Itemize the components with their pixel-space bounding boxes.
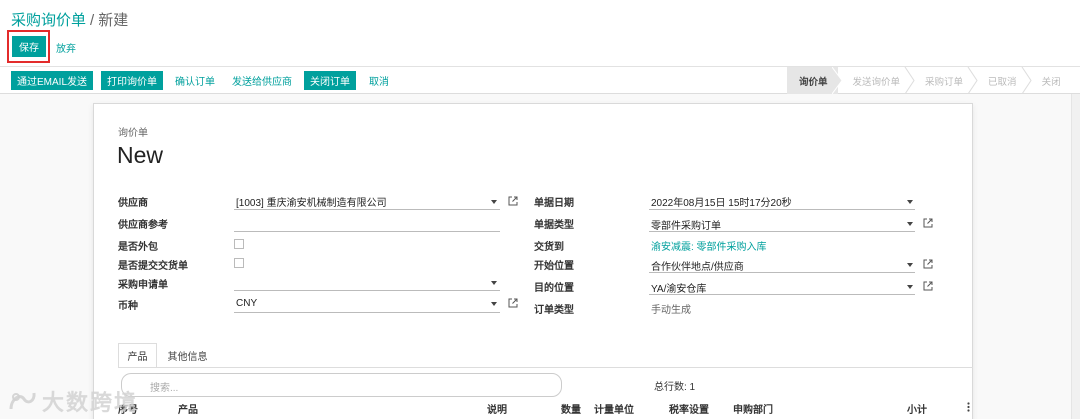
order-source-value: 手动生成 [651, 305, 691, 316]
stage-purchase-order-label: 采购订单 [925, 76, 964, 88]
tab-other-info[interactable]: 其他信息 [157, 343, 218, 368]
save-button[interactable]: 保存 [12, 36, 46, 57]
stage-closed-label: 关闭 [1041, 76, 1061, 88]
stage-chevron-icon [831, 67, 843, 94]
source-location-field-underline [649, 272, 915, 273]
order-type-select-field[interactable]: 零部件采购订单 [651, 217, 721, 232]
stage-chevron-icon [967, 67, 978, 94]
submit-delivery-label: 是否提交交货单 [118, 261, 188, 272]
column-header-product[interactable]: 产品 [178, 401, 198, 416]
currency-label: 币种 [118, 301, 138, 312]
currency-field[interactable]: CNY [236, 298, 257, 309]
send-by-email-button[interactable]: 通过EMAIL发送 [11, 71, 94, 90]
document-date-caret-icon[interactable] [907, 200, 913, 204]
order-type-external-link-icon[interactable] [923, 218, 933, 228]
vendor-field-underline [234, 209, 500, 210]
cancel-button[interactable]: 取消 [363, 71, 395, 90]
tab-products[interactable]: 产品 [118, 343, 157, 368]
purchase-request-label: 采购申请单 [118, 280, 168, 291]
column-header-department[interactable]: 申购部门 [733, 401, 773, 416]
source-location-dropdown-caret-icon[interactable] [907, 263, 913, 267]
vendor-ref-label: 供应商参考 [118, 220, 168, 231]
currency-external-link-icon[interactable] [508, 298, 518, 308]
dest-location-dropdown-caret-icon[interactable] [907, 285, 913, 289]
stage-rfq-sent[interactable]: 发送询价单 [838, 67, 915, 94]
form-sheet [93, 103, 973, 419]
order-source-label: 订单类型 [534, 305, 574, 316]
watermark: 大数跨境 [8, 385, 138, 417]
column-header-tax[interactable]: 税率设置 [669, 401, 709, 416]
watermark-logo-icon [9, 392, 36, 410]
dest-location-external-link-icon[interactable] [923, 281, 933, 291]
document-type-label: 询价单 [118, 128, 148, 139]
deliver-to-label: 交货到 [534, 242, 564, 253]
document-date-field[interactable]: 2022年08月15日 15时17分20秒 [651, 194, 792, 209]
stage-cancelled-label: 已取消 [988, 76, 1017, 88]
breadcrumb: 采购询价单 / 新建 [11, 9, 128, 30]
optional-columns-kebab-icon[interactable] [967, 402, 970, 412]
stage-closed[interactable]: 关闭 [1027, 67, 1071, 94]
column-header-uom[interactable]: 计量单位 [594, 401, 634, 416]
source-location-field[interactable]: 合作伙伴地点/供应商 [651, 258, 744, 273]
order-type-select-label: 单据类型 [534, 220, 574, 231]
stage-chevron-icon [904, 67, 915, 94]
order-type-select-underline [649, 231, 915, 232]
statusbar: 通过EMAIL发送 打印询价单 确认订单 发送给供应商 关闭订单 取消 询价单 … [0, 66, 1080, 94]
dest-location-label: 目的位置 [534, 283, 574, 294]
breadcrumb-separator: / [90, 12, 95, 29]
vendor-field[interactable]: [1003] 重庆渝安机械制造有限公司 [236, 194, 387, 209]
row-count: 总行数: 1 [654, 382, 696, 393]
vendor-external-link-icon[interactable] [508, 196, 518, 206]
currency-field-underline [234, 312, 500, 313]
dest-location-field[interactable]: YA/渝安仓库 [651, 280, 706, 295]
stage-rfq[interactable]: 询价单 [787, 67, 843, 94]
submit-delivery-checkbox[interactable] [234, 258, 244, 268]
stage-chevron-icon [1021, 67, 1032, 94]
column-header-description[interactable]: 说明 [487, 401, 507, 416]
order-type-dropdown-caret-icon[interactable] [907, 222, 913, 226]
purchase-request-field-underline [234, 290, 500, 291]
tab-divider [118, 367, 973, 368]
confirm-order-button[interactable]: 确认订单 [169, 71, 221, 90]
source-location-label: 开始位置 [534, 261, 574, 272]
close-order-button[interactable]: 关闭订单 [304, 71, 356, 90]
vendor-ref-field-underline [234, 231, 500, 232]
vendor-dropdown-caret-icon[interactable] [491, 200, 497, 204]
document-date-label: 单据日期 [534, 198, 574, 209]
purchase-request-dropdown-caret-icon[interactable] [491, 281, 497, 285]
outsourced-checkbox[interactable] [234, 239, 244, 249]
lines-search-input[interactable] [121, 373, 562, 397]
outsourced-label: 是否外包 [118, 242, 158, 253]
stage-rfq-label: 询价单 [799, 76, 828, 88]
deliver-to-link[interactable]: 渝安减震: 零部件采购入库 [651, 238, 767, 253]
stage-rfq-sent-label: 发送询价单 [852, 76, 901, 88]
watermark-text: 大数跨境 [42, 390, 139, 415]
breadcrumb-parent-link[interactable]: 采购询价单 [11, 12, 86, 29]
column-header-quantity[interactable]: 数量 [561, 401, 581, 416]
document-name: New [117, 142, 164, 168]
vendor-label: 供应商 [118, 198, 148, 209]
control-panel: 采购询价单 / 新建 保存 放弃 [0, 0, 1080, 66]
column-header-subtotal[interactable]: 小计 [907, 401, 927, 416]
currency-dropdown-caret-icon[interactable] [491, 302, 497, 306]
breadcrumb-current: 新建 [98, 12, 129, 29]
print-rfq-button[interactable]: 打印询价单 [101, 71, 163, 90]
lines-search-placeholder: 搜索... [150, 383, 179, 394]
stage-cancelled[interactable]: 已取消 [973, 67, 1032, 94]
document-date-field-underline [649, 209, 915, 210]
dest-location-field-underline [649, 294, 915, 295]
send-to-vendor-button[interactable]: 发送给供应商 [226, 71, 298, 90]
discard-button[interactable]: 放弃 [56, 40, 76, 55]
scrollbar[interactable] [1071, 94, 1080, 419]
source-location-external-link-icon[interactable] [923, 259, 933, 269]
status-stages: 询价单 发送询价单 采购订单 已取消 关闭 [787, 67, 1071, 94]
stage-purchase-order[interactable]: 采购订单 [910, 67, 978, 94]
